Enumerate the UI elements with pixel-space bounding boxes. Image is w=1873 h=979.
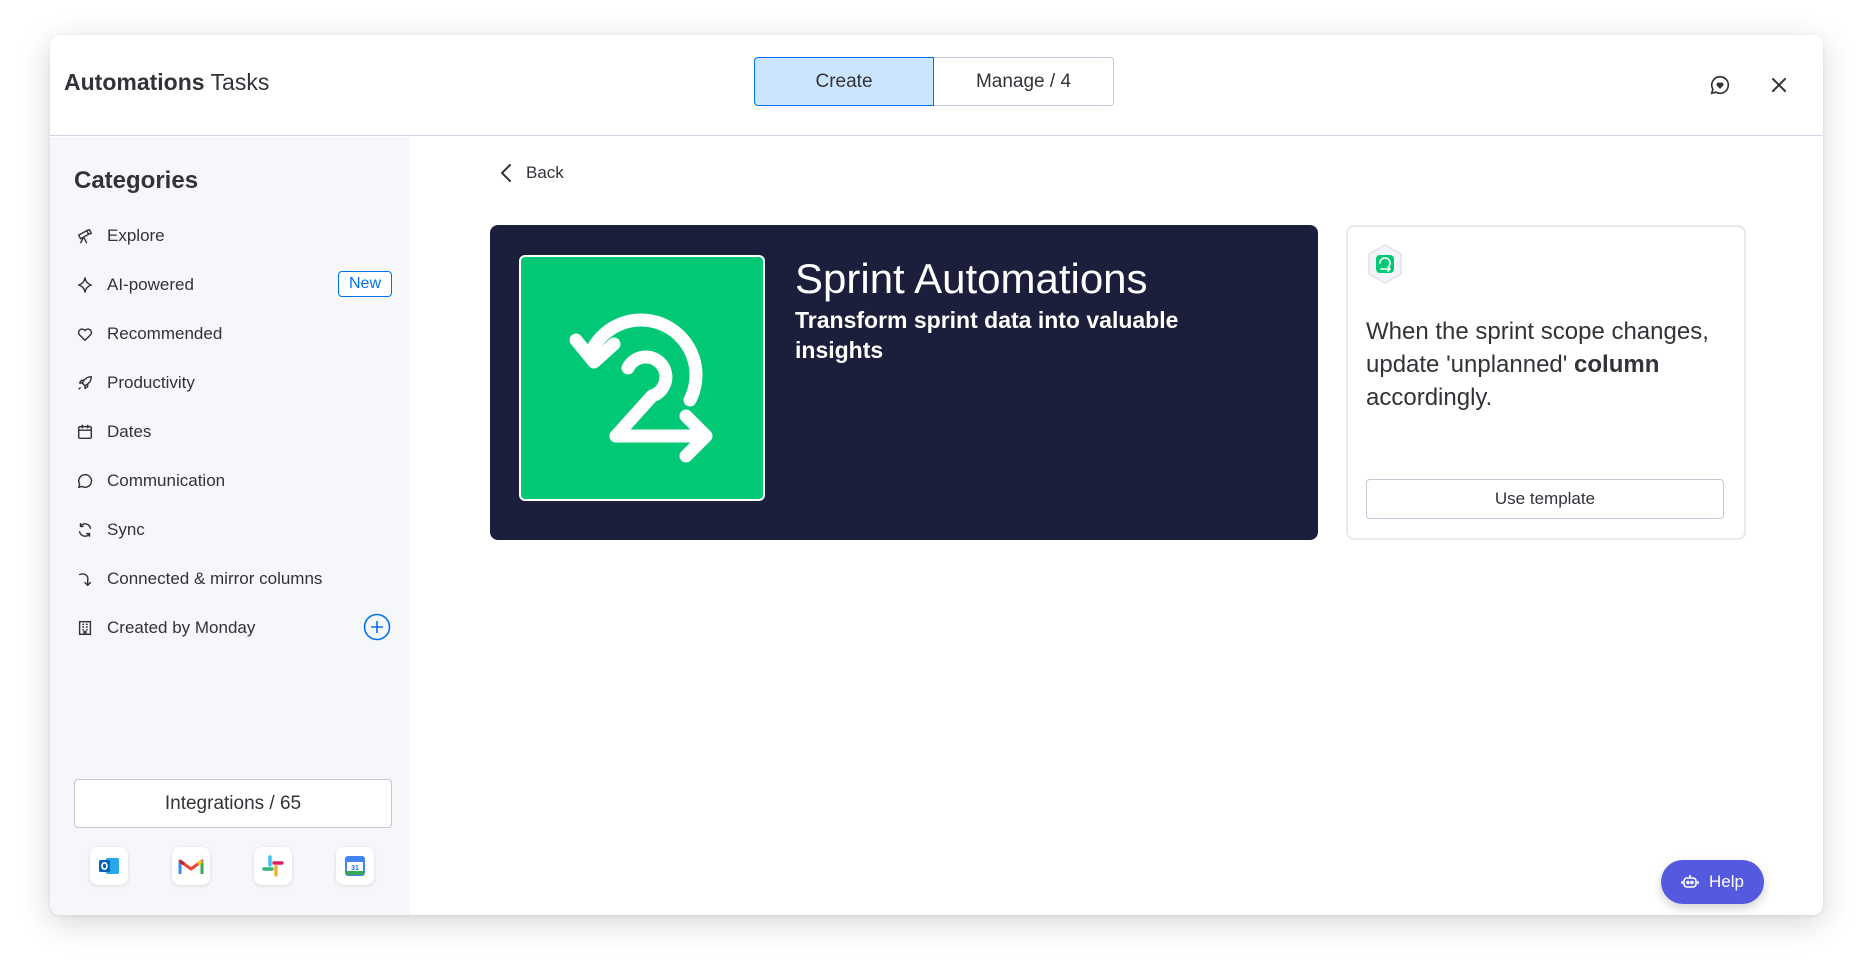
tab-manage[interactable]: Manage / 4	[934, 57, 1114, 106]
back-label: Back	[526, 163, 564, 182]
svg-text:31: 31	[351, 865, 359, 872]
recipe-sentence: When the sprint scope changes, update 'u…	[1366, 315, 1732, 414]
sidebar-item-label: Productivity	[107, 372, 195, 392]
slack-icon[interactable]	[254, 847, 292, 885]
sidebar-item-label: Dates	[107, 421, 152, 441]
sidebar-item-label: Communication	[107, 470, 226, 490]
plus-circle-icon	[363, 613, 391, 641]
banner-title: Sprint Automations	[795, 255, 1148, 302]
close-icon[interactable]	[1763, 69, 1795, 101]
outlook-icon[interactable]	[90, 847, 128, 885]
page-title: Automations Tasks	[64, 69, 269, 96]
sidebar-item-dates[interactable]: Dates	[74, 407, 392, 456]
sync-icon	[74, 519, 96, 541]
sparkle-icon	[74, 274, 96, 296]
banner-subtitle: Transform sprint data into valuable insi…	[795, 307, 1179, 363]
chevron-left-icon	[501, 164, 511, 182]
sidebar-item-productivity[interactable]: Productivity	[74, 358, 392, 407]
sidebar-item-label: Recommended	[107, 323, 223, 343]
robot-icon	[1681, 875, 1699, 888]
mode-tabs: Create Manage / 4	[754, 57, 1114, 106]
sidebar-item-recommended[interactable]: Recommended	[74, 309, 392, 358]
categories-sidebar: Categories Explore AI-powered New Recomm	[50, 137, 410, 915]
title-rest: Tasks	[204, 69, 270, 95]
window-header: Automations Tasks Create Manage / 4	[50, 35, 1823, 136]
automations-window: Automations Tasks Create Manage / 4 Cate…	[50, 35, 1823, 915]
recipe-text-after: accordingly.	[1366, 384, 1493, 411]
sidebar-item-label: AI-powered	[107, 274, 194, 294]
categories-heading: Categories	[74, 167, 199, 194]
recipe-column-token[interactable]: column	[1574, 351, 1659, 378]
sprint-logo-icon	[519, 255, 765, 501]
google-calendar-icon[interactable]: 31	[336, 847, 374, 885]
add-category-button[interactable]	[362, 612, 392, 642]
sidebar-item-explore[interactable]: Explore	[74, 211, 392, 260]
help-button[interactable]: Help	[1661, 860, 1764, 904]
rocket-icon	[74, 372, 96, 394]
sidebar-item-label: Connected & mirror columns	[107, 568, 323, 588]
automation-recipe-card: When the sprint scope changes, update 'u…	[1346, 225, 1746, 540]
use-template-button[interactable]: Use template	[1366, 479, 1724, 519]
connect-arrow-icon	[74, 568, 96, 590]
category-list: Explore AI-powered New Recommended Produ…	[74, 211, 392, 652]
integration-apps: 31	[90, 847, 374, 885]
sidebar-item-label: Explore	[107, 225, 165, 245]
tab-create[interactable]: Create	[754, 57, 934, 106]
new-badge: New	[337, 271, 392, 297]
back-button[interactable]: Back	[500, 163, 564, 183]
sidebar-item-label: Sync	[107, 519, 145, 539]
building-icon	[74, 617, 96, 639]
sidebar-item-connected-mirror[interactable]: Connected & mirror columns	[74, 554, 392, 603]
help-label: Help	[1709, 872, 1744, 891]
sidebar-item-label: Created by Monday	[107, 617, 256, 637]
sprint-badge-icon	[1366, 244, 1404, 284]
title-bold: Automations	[64, 69, 205, 95]
telescope-icon	[74, 225, 96, 247]
sidebar-item-ai-powered[interactable]: AI-powered New	[74, 260, 392, 309]
sidebar-item-sync[interactable]: Sync	[74, 505, 392, 554]
calendar-icon	[74, 421, 96, 443]
chat-bubble-icon	[74, 470, 96, 492]
sidebar-item-created-by-monday[interactable]: Created by Monday	[74, 603, 392, 652]
template-banner: Sprint Automations Transform sprint data…	[490, 225, 1318, 540]
integrations-button[interactable]: Integrations / 65	[74, 779, 392, 828]
gmail-icon[interactable]	[172, 847, 210, 885]
heart-icon	[74, 323, 96, 345]
feedback-heart-icon[interactable]	[1704, 69, 1736, 101]
sidebar-item-communication[interactable]: Communication	[74, 456, 392, 505]
